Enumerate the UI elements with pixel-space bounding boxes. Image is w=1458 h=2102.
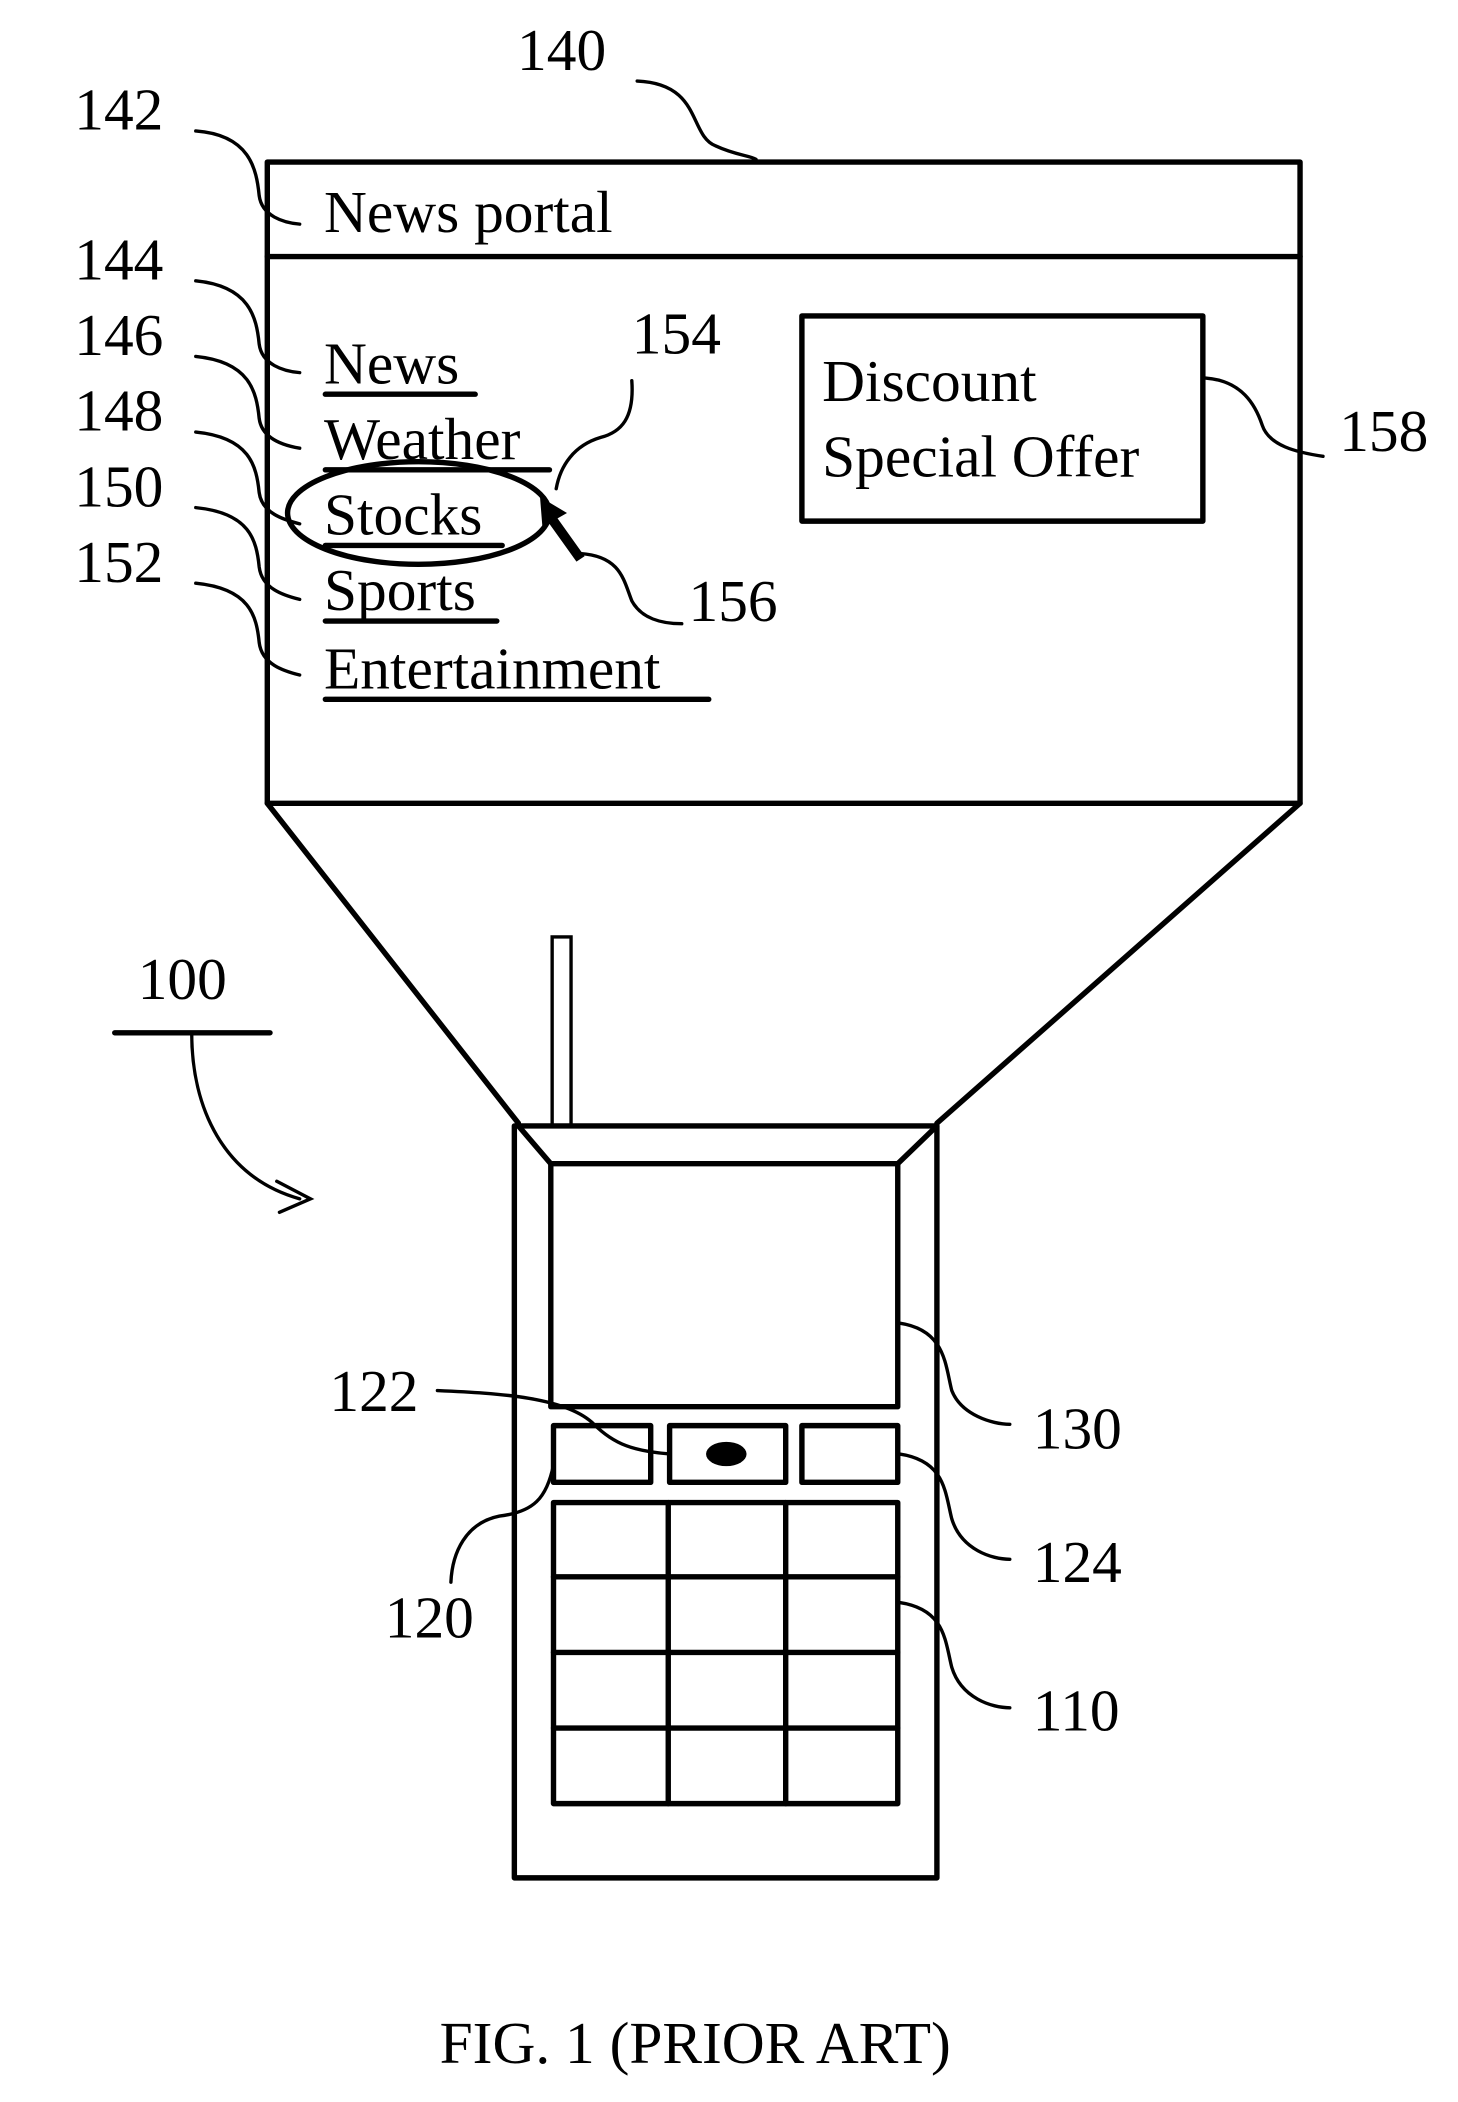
ref-142: 142: [74, 77, 163, 143]
bevel-right: [895, 1123, 940, 1167]
ref-154: 154: [632, 301, 721, 367]
ad-line-1: Discount: [822, 348, 1037, 414]
right-soft-key[interactable]: [799, 1422, 901, 1486]
ad-line-2: Special Offer: [822, 424, 1139, 490]
ref-152: 152: [74, 529, 163, 595]
link-sports-label[interactable]: Sports: [324, 557, 476, 623]
link-stocks-label[interactable]: Stocks: [324, 482, 482, 548]
ref-120: 120: [385, 1585, 474, 1651]
antenna: [550, 935, 573, 1128]
ref-124: 124: [1033, 1529, 1122, 1595]
leader-152: [194, 581, 302, 677]
leader-110: [897, 1600, 1012, 1710]
leader-154: [554, 379, 634, 491]
projection-line-right: [934, 800, 1303, 1126]
keypad: [550, 1499, 901, 1807]
figure-caption: FIG. 1 (PRIOR ART): [440, 2010, 951, 2076]
leader-158: [1203, 376, 1325, 459]
leader-120: [449, 1463, 556, 1584]
ref-158: 158: [1339, 398, 1428, 464]
mobile-phone: [511, 935, 940, 1881]
link-news-label[interactable]: News: [324, 330, 459, 396]
leader-140: [635, 79, 758, 162]
link-sports[interactable]: Sports: [322, 557, 500, 624]
ref-146: 146: [74, 302, 163, 368]
ref-130: 130: [1033, 1396, 1122, 1462]
ref-122: 122: [329, 1358, 418, 1424]
link-stocks[interactable]: Stocks: [284, 459, 553, 568]
link-news[interactable]: News: [322, 330, 478, 397]
phone-display: [548, 1161, 901, 1410]
left-soft-key[interactable]: [550, 1422, 654, 1486]
ref-148: 148: [74, 378, 163, 444]
ref-110: 110: [1033, 1678, 1120, 1744]
dot-icon: [706, 1441, 747, 1467]
leader-100: [190, 1031, 302, 1201]
arrow-pointer-icon: [540, 496, 585, 562]
patent-figure: News portal News Weather Stocks Sports E…: [74, 17, 1428, 2076]
ref-144: 144: [74, 226, 163, 292]
ref-150: 150: [74, 453, 163, 519]
link-entertainment[interactable]: Entertainment: [322, 636, 712, 703]
advertisement-box[interactable]: Discount Special Offer: [799, 313, 1206, 524]
projection-line-left: [264, 800, 522, 1126]
leader-142: [194, 129, 302, 226]
link-entertainment-label[interactable]: Entertainment: [324, 636, 661, 702]
portal-title: News portal: [324, 179, 613, 245]
ref-156: 156: [688, 568, 777, 634]
leader-156: [578, 551, 684, 626]
browser-screen: News portal News Weather Stocks Sports E…: [264, 159, 1303, 806]
ref-140: 140: [517, 17, 606, 83]
leader-130: [897, 1321, 1012, 1426]
ad-frame: [799, 313, 1206, 524]
bevel-left: [515, 1123, 554, 1167]
leader-124: [897, 1452, 1012, 1561]
ref-100: 100: [138, 946, 227, 1012]
